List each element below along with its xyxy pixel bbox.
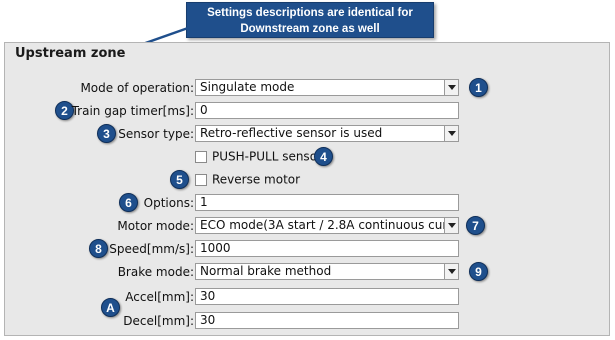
speed-input[interactable]: 1000 bbox=[195, 240, 459, 257]
motor-mode-label: Motor mode: bbox=[117, 219, 194, 233]
chevron-down-icon[interactable] bbox=[444, 264, 458, 279]
chevron-down-icon[interactable] bbox=[444, 80, 458, 95]
brake-mode-value: Normal brake method bbox=[200, 264, 332, 278]
callout-line-1: Settings descriptions are identical for bbox=[207, 7, 413, 19]
speed-label: Speed[mm/s]: bbox=[109, 242, 194, 256]
sensor-type-select[interactable]: Retro-reflective sensor is used bbox=[195, 125, 459, 142]
sensor-type-label: Sensor type: bbox=[118, 127, 194, 141]
brake-mode-select[interactable]: Normal brake method bbox=[195, 263, 459, 280]
push-pull-checkbox[interactable] bbox=[195, 150, 207, 163]
reverse-motor-row: Reverse motor bbox=[195, 172, 300, 188]
badge-9: 9 bbox=[469, 262, 488, 281]
chevron-down-icon[interactable] bbox=[444, 218, 458, 233]
badge-7: 7 bbox=[466, 216, 485, 235]
decel-input[interactable]: 30 bbox=[195, 312, 459, 329]
train-gap-label: Train gap timer[ms]: bbox=[71, 104, 194, 118]
badge-3: 3 bbox=[97, 124, 116, 143]
push-pull-label: PUSH-PULL sensor bbox=[212, 149, 322, 164]
mode-value: Singulate mode bbox=[200, 80, 295, 94]
train-gap-input[interactable]: 0 bbox=[195, 102, 459, 119]
reverse-motor-checkbox[interactable] bbox=[195, 173, 207, 186]
callout-note: Settings descriptions are identical for … bbox=[186, 2, 434, 38]
mode-label: Mode of operation: bbox=[80, 81, 194, 95]
reverse-motor-label: Reverse motor bbox=[212, 172, 301, 187]
push-pull-row: PUSH-PULL sensor bbox=[195, 149, 322, 165]
motor-mode-value: ECO mode(3A start / 2.8A continuous curr… bbox=[200, 218, 458, 232]
sensor-type-value: Retro-reflective sensor is used bbox=[200, 126, 383, 140]
badge-6: 6 bbox=[119, 193, 138, 212]
accel-input[interactable]: 30 bbox=[195, 288, 459, 305]
mode-select[interactable]: Singulate mode bbox=[195, 79, 459, 96]
badge-8: 8 bbox=[89, 239, 108, 258]
decel-label: Decel[mm]: bbox=[123, 314, 194, 328]
motor-mode-select[interactable]: ECO mode(3A start / 2.8A continuous curr… bbox=[195, 217, 459, 234]
callout-line-2: Downstream zone as well bbox=[240, 23, 380, 35]
panel-title: Upstream zone bbox=[15, 46, 126, 61]
badge-a: A bbox=[101, 298, 120, 317]
accel-label: Accel[mm]: bbox=[125, 290, 194, 304]
badge-5: 5 bbox=[170, 170, 189, 189]
options-label: Options: bbox=[143, 196, 194, 210]
brake-mode-label: Brake mode: bbox=[117, 265, 194, 279]
options-input[interactable]: 1 bbox=[195, 194, 459, 211]
badge-4: 4 bbox=[314, 147, 333, 166]
badge-1: 1 bbox=[469, 78, 488, 97]
chevron-down-icon[interactable] bbox=[444, 126, 458, 141]
